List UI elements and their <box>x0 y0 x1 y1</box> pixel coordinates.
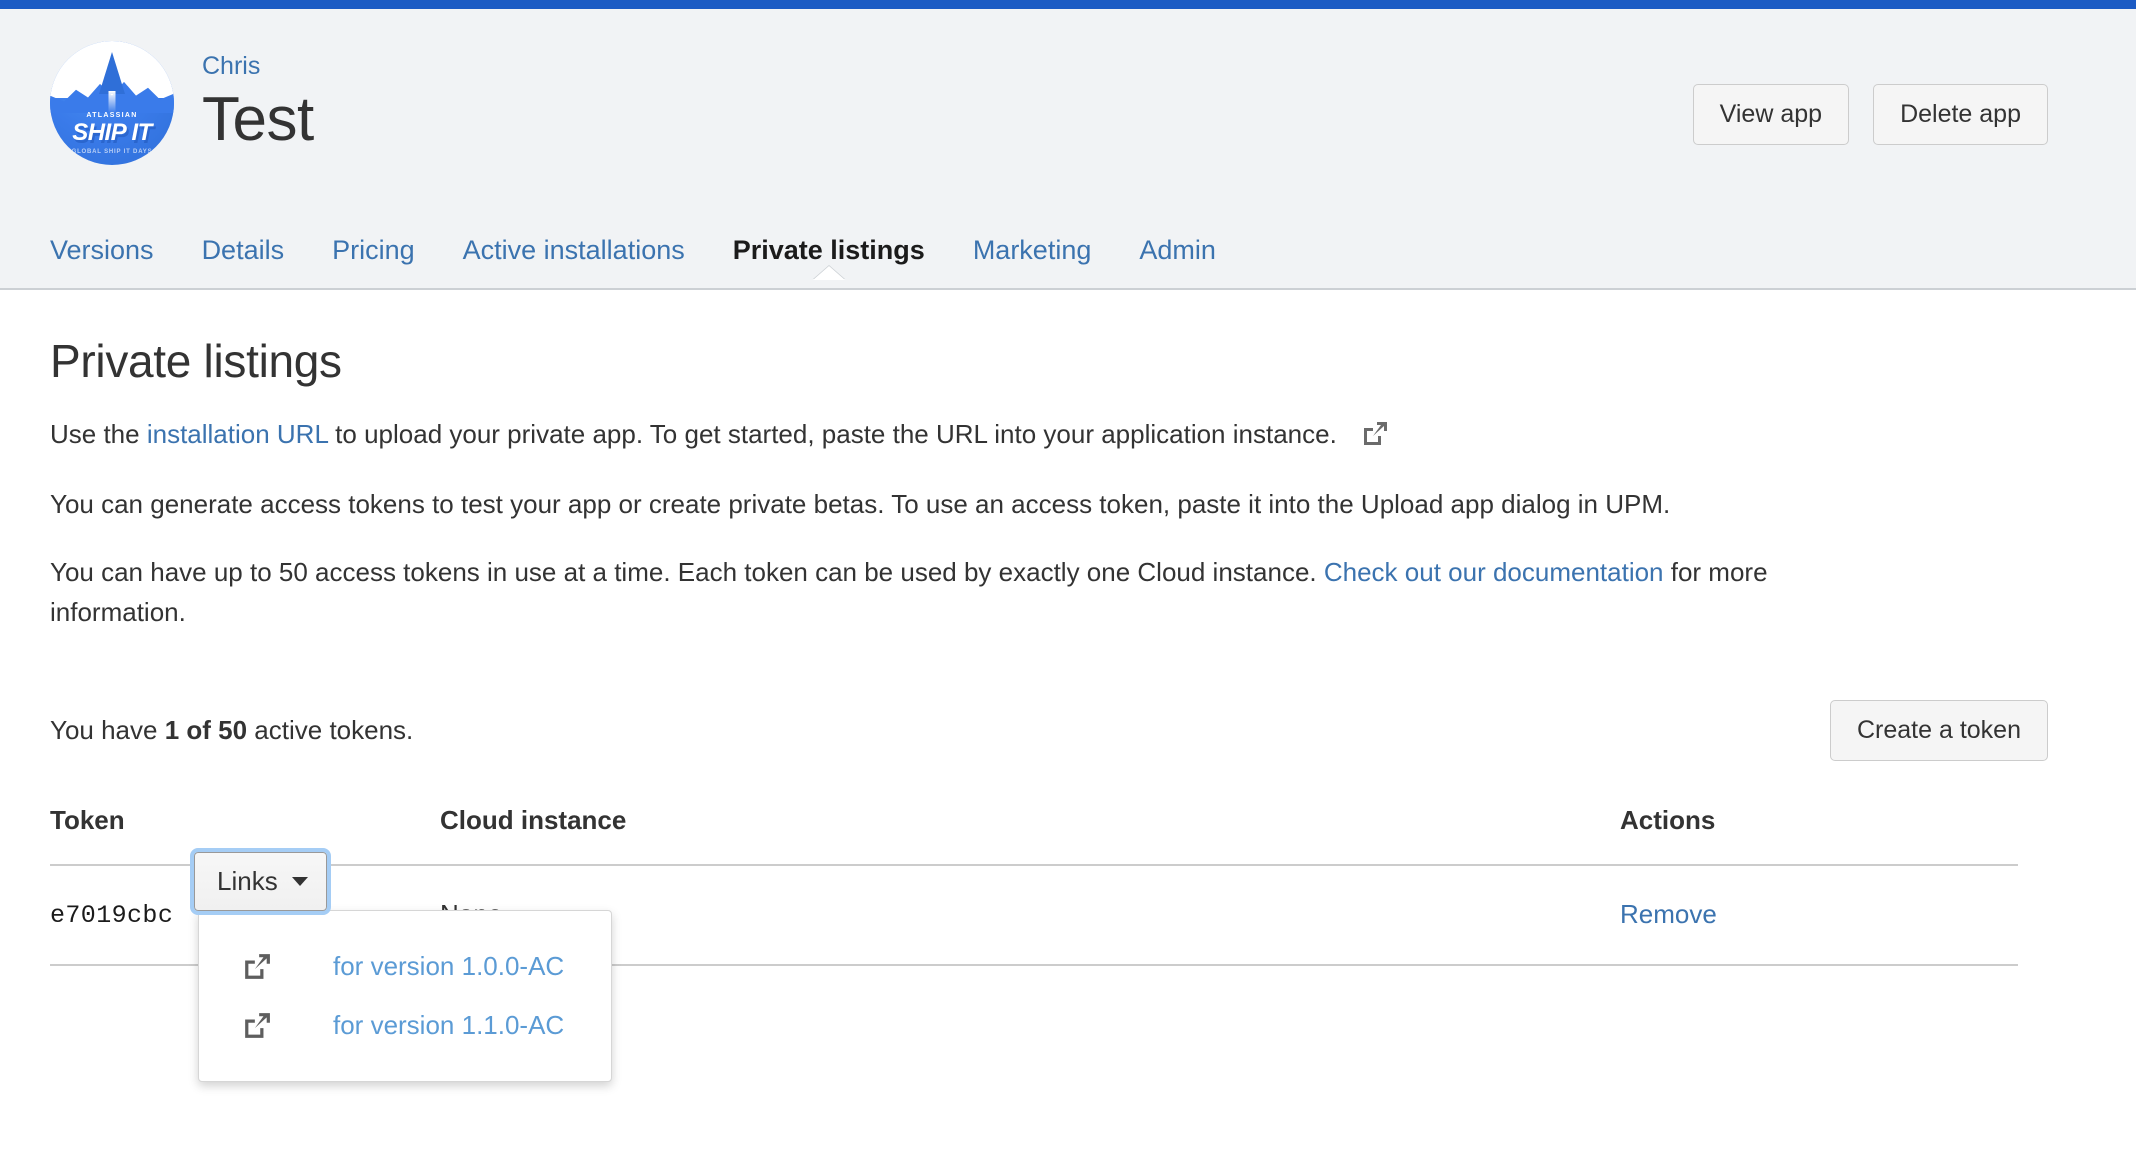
dropdown-item-label: for version 1.1.0-AC <box>333 1010 564 1041</box>
actions-cell: Remove <box>1620 865 2018 965</box>
dropdown-item-label: for version 1.0.0-AC <box>333 951 564 982</box>
token-limit-paragraph: You can have up to 50 access tokens in u… <box>50 552 1910 632</box>
app-logo: ATLASSIAN SHIP IT GLOBAL SHIP IT DAYS <box>50 41 174 165</box>
tokens-table: Token Cloud instance Actions e7019cbc Li… <box>50 805 2018 966</box>
token-value: e7019cbc <box>50 901 173 930</box>
column-header-actions: Actions <box>1620 805 2018 865</box>
documentation-link[interactable]: Check out our documentation <box>1324 557 1664 587</box>
intro-text-before: Use the <box>50 419 147 449</box>
dropdown-item-version-1-0-0-ac[interactable]: for version 1.0.0-AC <box>199 937 611 996</box>
tab-marketing[interactable]: Marketing <box>949 235 1116 266</box>
logo-rocket-trail <box>109 91 116 113</box>
top-accent-bar <box>0 0 2136 9</box>
external-link-icon[interactable] <box>1362 421 1388 447</box>
header-titles: Chris Test <box>202 41 314 155</box>
remove-token-link[interactable]: Remove <box>1620 899 1717 929</box>
installation-url-link[interactable]: installation URL <box>147 419 328 449</box>
main-content: Private listings Use the installation UR… <box>0 290 2136 966</box>
tokens-table-body: e7019cbc Links <box>50 865 2018 965</box>
links-dropdown-menu: for version 1.0.0-AC for version 1.1.0-A <box>198 910 612 1082</box>
links-dropdown: Links for ver <box>194 852 327 911</box>
header-action-buttons: View app Delete app <box>1693 84 2048 145</box>
summary-count: 1 of 50 <box>165 715 247 745</box>
column-header-cloud-instance: Cloud instance <box>440 805 1620 865</box>
token-cell: e7019cbc Links <box>50 865 440 965</box>
tab-active-installations[interactable]: Active installations <box>439 235 709 266</box>
tab-details[interactable]: Details <box>178 235 309 266</box>
delete-app-button[interactable]: Delete app <box>1873 84 2048 145</box>
intro-paragraph: Use the installation URL to upload your … <box>50 414 1910 454</box>
app-header: ATLASSIAN SHIP IT GLOBAL SHIP IT DAYS Ch… <box>0 9 2136 212</box>
limit-text-before: You can have up to 50 access tokens in u… <box>50 557 1324 587</box>
token-summary-row: You have 1 of 50 active tokens. Create a… <box>50 700 2086 761</box>
table-header-row: Token Cloud instance Actions <box>50 805 2018 865</box>
intro-text-after: to upload your private app. To get start… <box>328 419 1337 449</box>
tokens-table-head: Token Cloud instance Actions <box>50 805 2018 865</box>
create-token-button[interactable]: Create a token <box>1830 700 2048 761</box>
tab-private-listings[interactable]: Private listings <box>709 235 949 266</box>
external-link-icon <box>243 1012 271 1040</box>
logo-rocket-icon <box>99 52 125 94</box>
tokens-description-paragraph: You can generate access tokens to test y… <box>50 484 1910 524</box>
logo-bottom-text: GLOBAL SHIP IT DAYS <box>50 149 174 155</box>
links-dropdown-label: Links <box>217 866 278 897</box>
tab-admin[interactable]: Admin <box>1115 235 1240 266</box>
active-token-count-text: You have 1 of 50 active tokens. <box>50 715 413 746</box>
tab-private-listings-label: Private listings <box>733 235 925 265</box>
breadcrumb-vendor-link[interactable]: Chris <box>202 51 260 81</box>
active-tab-caret-icon <box>813 266 845 280</box>
page-title: Private listings <box>50 334 2086 388</box>
tab-pricing[interactable]: Pricing <box>308 235 439 266</box>
dropdown-item-version-1-1-0-ac[interactable]: for version 1.1.0-AC <box>199 996 611 1055</box>
external-link-icon <box>243 953 271 981</box>
page-app-title: Test <box>202 85 314 155</box>
table-row: e7019cbc Links <box>50 865 2018 965</box>
summary-prefix: You have <box>50 715 165 745</box>
logo-top-text: ATLASSIAN <box>50 112 174 119</box>
view-app-button[interactable]: View app <box>1693 84 1849 145</box>
links-dropdown-button[interactable]: Links <box>194 852 327 911</box>
cloud-instance-cell: None <box>440 865 1620 965</box>
chevron-down-icon <box>292 877 308 886</box>
logo-main-text: SHIP IT <box>50 119 174 147</box>
main-navigation-tabs: Versions Details Pricing Active installa… <box>0 212 2136 290</box>
summary-suffix: active tokens. <box>247 715 413 745</box>
tab-versions[interactable]: Versions <box>50 235 178 266</box>
